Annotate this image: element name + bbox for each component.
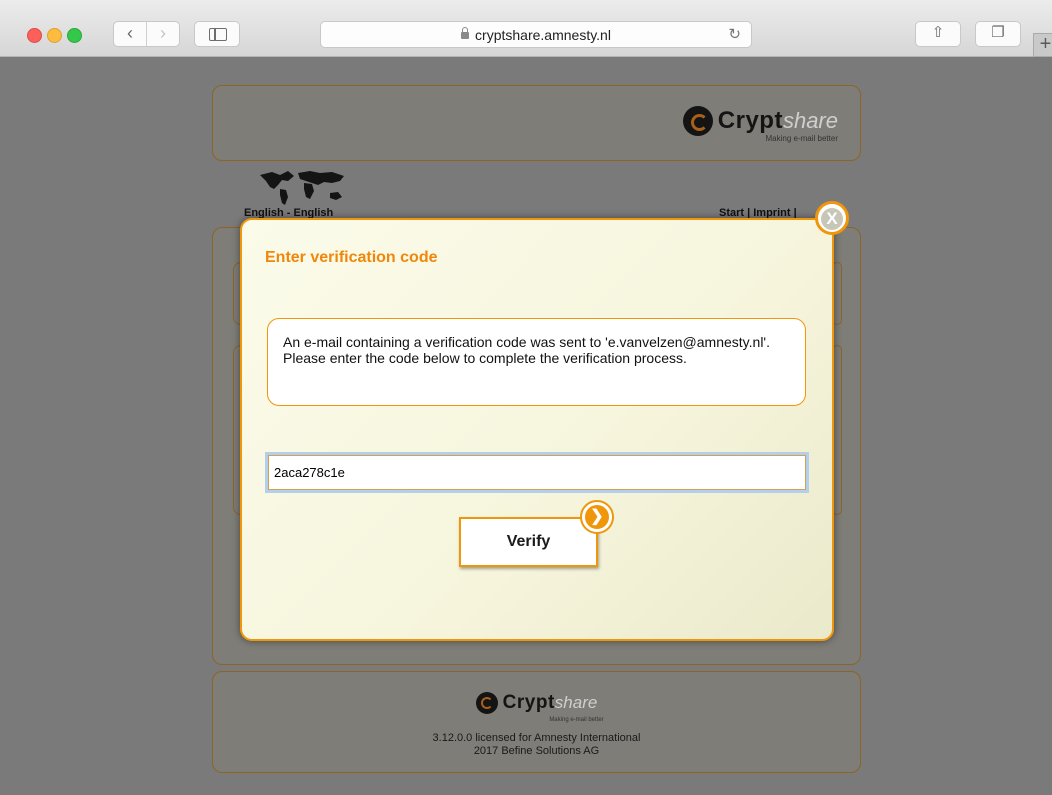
address-bar[interactable]: cryptshare.amnesty.nl ↻ — [320, 21, 752, 48]
license-text: 3.12.0.0 licensed for Amnesty Internatio… — [432, 732, 641, 744]
close-dialog-button[interactable]: X — [815, 201, 849, 235]
dialog-title: Enter verification code — [265, 249, 438, 266]
sidebar-icon — [209, 28, 227, 41]
back-button[interactable]: ‹ — [114, 22, 147, 46]
cryptshare-logo: Crypt share Making e-mail better — [682, 106, 838, 143]
forward-button[interactable]: › — [147, 22, 179, 46]
show-tabs-button[interactable]: ❐ — [975, 21, 1021, 47]
verification-code-input[interactable] — [268, 455, 806, 490]
nav-buttons: ‹ › — [113, 21, 180, 47]
verification-message: An e-mail containing a verification code… — [267, 318, 806, 406]
sidebar-toggle-button[interactable] — [194, 21, 240, 47]
arrow-right-icon: ❯ — [585, 505, 609, 529]
tabs-icon: ❐ — [991, 24, 1005, 41]
close-icon: X — [821, 208, 843, 230]
share-button[interactable]: ⇧ — [915, 21, 961, 47]
cryptshare-logo-icon — [682, 106, 713, 136]
footer-panel: Crypt share Making e-mail better 3.12.0.0… — [212, 671, 861, 773]
verification-dialog — [240, 218, 834, 641]
browser-toolbar: ‹ › cryptshare.amnesty.nl ↻ ⇧ ❐ + — [0, 0, 1052, 57]
url-text: cryptshare.amnesty.nl — [475, 27, 611, 43]
reload-icon[interactable]: ↻ — [728, 25, 741, 43]
fullscreen-window-button[interactable] — [67, 28, 82, 43]
close-window-button[interactable] — [27, 28, 42, 43]
cryptshare-logo-icon — [475, 692, 498, 714]
footer-logo: Crypt share — [213, 692, 860, 714]
share-icon: ⇧ — [931, 24, 945, 41]
lock-icon — [461, 27, 470, 39]
copyright-text: 2017 Befine Solutions AG — [473, 745, 600, 757]
verify-arrow[interactable]: ❯ — [580, 500, 614, 534]
new-tab-button[interactable]: + — [1033, 33, 1052, 57]
header-panel: Crypt share Making e-mail better — [212, 85, 861, 161]
world-map-icon[interactable] — [258, 167, 348, 207]
verify-button[interactable]: Verify — [459, 517, 598, 567]
minimize-window-button[interactable] — [47, 28, 62, 43]
